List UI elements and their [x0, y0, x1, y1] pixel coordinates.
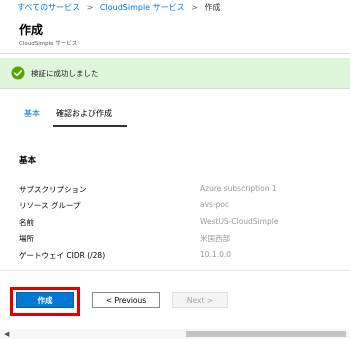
summary-row-gateway-cidr: ゲートウェイ CIDR (/28) 10.1.0.0 [19, 250, 339, 262]
row-label: サブスクリプション [19, 185, 87, 194]
tab-basic[interactable]: 基本 [24, 108, 40, 119]
row-value: Azure subscription 1 [200, 184, 277, 193]
next-button[interactable]: Next > [172, 292, 228, 308]
scroll-left-icon[interactable]: ◀ [4, 330, 9, 338]
summary-row-location: 場所 米国西部 [19, 233, 339, 245]
create-button[interactable]: 作成 [16, 292, 74, 308]
breadcrumb-separator: > [191, 3, 198, 12]
previous-button[interactable]: < Previous [92, 292, 160, 308]
scrollbar-thumb[interactable] [186, 331, 346, 337]
row-value: WestUS-CloudSimple [200, 217, 279, 226]
row-label: ゲートウェイ CIDR (/28) [19, 251, 106, 260]
row-value: 10.1.0.0 [200, 250, 232, 259]
row-value: avs-poc [200, 200, 230, 209]
row-label: 名前 [19, 218, 34, 227]
breadcrumb-current: 作成 [204, 3, 221, 12]
summary-row-subscription: サブスクリプション Azure subscription 1 [19, 184, 339, 196]
validation-message: 検証に成功しました [31, 69, 99, 78]
summary-row-name: 名前 WestUS-CloudSimple [19, 217, 339, 229]
breadcrumb-separator: > [86, 3, 94, 12]
active-tab-indicator [53, 125, 127, 127]
section-title: 基本 [19, 156, 37, 166]
breadcrumb: すべてのサービス > CloudSimple サービス > 作成 [17, 2, 220, 13]
page-subtitle: CloudSimple サービス [19, 41, 78, 47]
footer-divider [0, 270, 350, 271]
row-value: 米国西部 [200, 234, 230, 243]
summary-row-resource-group: リソース グループ avs-poc [19, 200, 339, 212]
horizontal-scrollbar[interactable]: ◀ [0, 329, 350, 339]
tab-review-create[interactable]: 確認および作成 [56, 108, 112, 119]
validation-banner: 検証に成功しました [0, 58, 350, 89]
page-title: 作成 [19, 23, 44, 37]
success-check-icon [11, 66, 25, 80]
breadcrumb-all-services[interactable]: すべてのサービス [17, 3, 80, 12]
tab-bar: 基本 確認および作成 [19, 108, 129, 128]
breadcrumb-cloudsimple-service[interactable]: CloudSimple サービス [100, 3, 185, 12]
row-label: 場所 [19, 234, 34, 243]
divider [0, 53, 350, 54]
row-label: リソース グループ [19, 201, 81, 210]
